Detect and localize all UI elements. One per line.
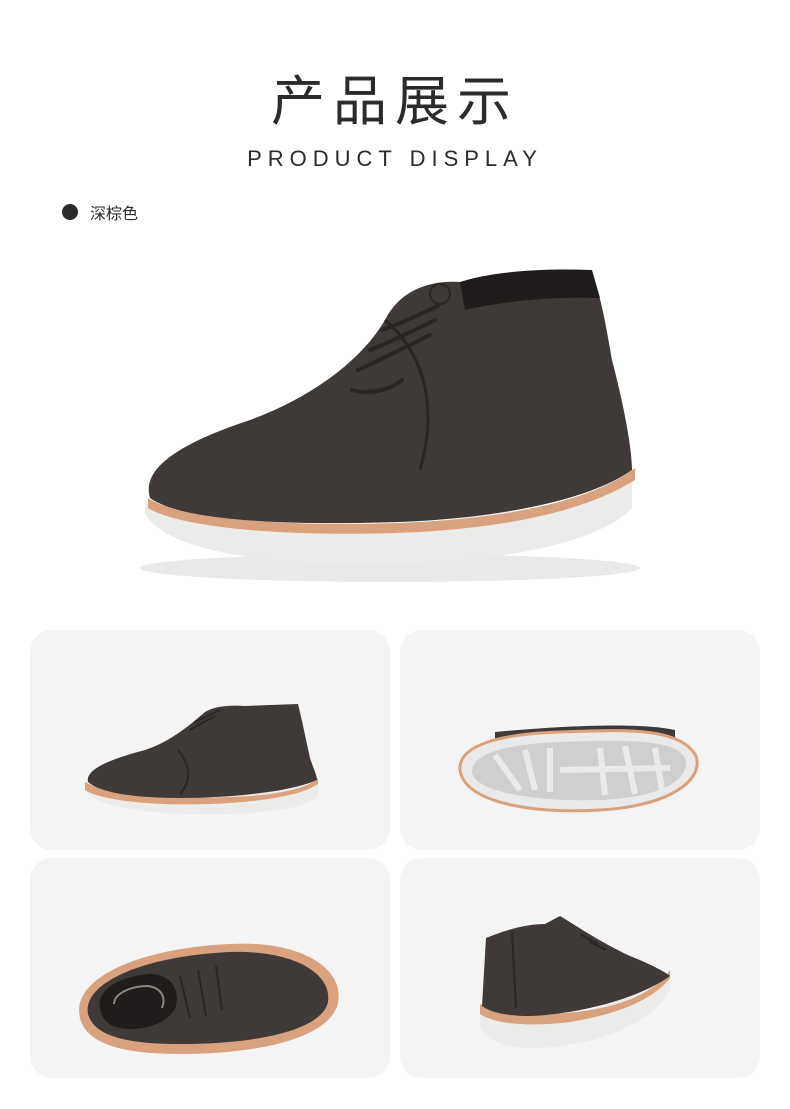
page-subtitle: PRODUCT DISPLAY [247, 146, 543, 171]
rear-view-image [480, 916, 670, 1048]
color-label: 深棕色 [90, 204, 139, 223]
color-option[interactable]: 深棕色 [62, 200, 138, 224]
gallery-tile-sole-view[interactable] [400, 630, 760, 850]
gallery-tile-rear-view[interactable] [400, 858, 760, 1078]
hero-shoe-image [140, 269, 640, 582]
gallery-tile-side-view[interactable] [30, 630, 390, 850]
page-title: 产品展示 [271, 70, 519, 133]
gallery-tile-top-view[interactable] [30, 858, 390, 1078]
sole-view-image [458, 725, 699, 813]
side-view-image [85, 704, 318, 815]
top-view-image [79, 943, 339, 1054]
color-swatch [62, 204, 78, 220]
